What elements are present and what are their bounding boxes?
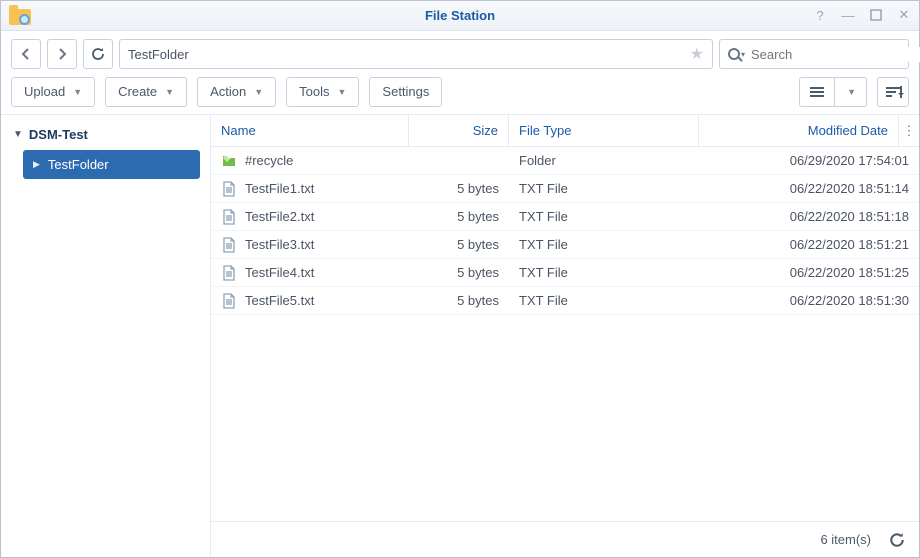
table-row[interactable]: #recycle Folder06/29/2020 17:54:01 — [211, 147, 919, 175]
triangle-down-icon: ▼ — [13, 129, 23, 140]
cell-type: TXT File — [509, 181, 699, 196]
cell-size: 5 bytes — [409, 237, 509, 252]
nav-row: ★ ▾ — [1, 31, 919, 75]
cell-date: 06/22/2020 18:51:18 — [699, 209, 919, 224]
file-icon — [221, 293, 237, 309]
col-date[interactable]: Modified Date — [699, 115, 899, 146]
settings-button[interactable]: Settings — [369, 77, 442, 107]
cell-date: 06/29/2020 17:54:01 — [699, 153, 919, 168]
cell-type: TXT File — [509, 265, 699, 280]
cell-type: Folder — [509, 153, 699, 168]
window-title: File Station — [1, 8, 919, 23]
col-size[interactable]: Size — [409, 115, 509, 146]
file-name: TestFile2.txt — [245, 209, 314, 224]
status-bar: 6 item(s) — [211, 521, 919, 557]
list-view-button[interactable] — [799, 77, 835, 107]
cell-name: TestFile3.txt — [211, 237, 409, 253]
close-button[interactable]: ✕ — [893, 4, 915, 26]
col-type[interactable]: File Type — [509, 115, 699, 146]
file-icon — [221, 181, 237, 197]
cell-type: TXT File — [509, 237, 699, 252]
app-icon — [9, 7, 31, 25]
col-more[interactable]: ⋮ — [899, 115, 919, 146]
forward-button[interactable] — [47, 39, 77, 69]
column-headers: Name Size File Type Modified Date ⋮ — [211, 115, 919, 147]
tree-child-selected[interactable]: ▶ TestFolder — [23, 150, 200, 179]
chevron-left-icon — [20, 48, 32, 60]
cell-date: 06/22/2020 18:51:30 — [699, 293, 919, 308]
upload-button[interactable]: Upload▼ — [11, 77, 95, 107]
folder-icon — [221, 153, 237, 169]
tools-button[interactable]: Tools▼ — [286, 77, 359, 107]
file-name: TestFile3.txt — [245, 237, 314, 252]
cell-date: 06/22/2020 18:51:25 — [699, 265, 919, 280]
cell-date: 06/22/2020 18:51:21 — [699, 237, 919, 252]
sort-icon — [886, 85, 900, 99]
file-name: TestFile1.txt — [245, 181, 314, 196]
file-name: TestFile5.txt — [245, 293, 314, 308]
refresh-button[interactable] — [83, 39, 113, 69]
tree-root-label: DSM-Test — [29, 127, 88, 142]
refresh-icon — [91, 47, 105, 61]
cell-name: #recycle — [211, 153, 409, 169]
table-row[interactable]: TestFile5.txt 5 bytesTXT File06/22/2020 1… — [211, 287, 919, 315]
view-dropdown-button[interactable]: ▼ — [834, 77, 867, 107]
path-input[interactable] — [128, 47, 686, 62]
tree-root[interactable]: ▼ DSM-Test — [1, 121, 210, 148]
maximize-button[interactable] — [865, 4, 887, 26]
caret-icon: ▼ — [73, 87, 82, 97]
sort-button[interactable] — [877, 77, 909, 107]
cell-name: TestFile1.txt — [211, 181, 409, 197]
search-box[interactable]: ▾ — [719, 39, 909, 69]
cell-name: TestFile5.txt — [211, 293, 409, 309]
cell-date: 06/22/2020 18:51:14 — [699, 181, 919, 196]
list-icon — [810, 87, 824, 97]
cell-size: 5 bytes — [409, 181, 509, 196]
col-name[interactable]: Name — [211, 115, 409, 146]
cell-size: 5 bytes — [409, 293, 509, 308]
cell-type: TXT File — [509, 209, 699, 224]
file-rows: #recycle Folder06/29/2020 17:54:01 TestFil… — [211, 147, 919, 521]
cell-name: TestFile4.txt — [211, 265, 409, 281]
tree-child-label: TestFolder — [48, 157, 109, 172]
file-name: TestFile4.txt — [245, 265, 314, 280]
caret-icon: ▼ — [165, 87, 174, 97]
body: ▼ DSM-Test ▶ TestFolder Name Size File T… — [1, 115, 919, 557]
titlebar: File Station ? — ✕ — [1, 1, 919, 31]
table-row[interactable]: TestFile2.txt 5 bytesTXT File06/22/2020 1… — [211, 203, 919, 231]
file-icon — [221, 265, 237, 281]
cell-name: TestFile2.txt — [211, 209, 409, 225]
file-station-window: File Station ? — ✕ ★ ▾ — [0, 0, 920, 558]
table-row[interactable]: TestFile4.txt 5 bytesTXT File06/22/2020 1… — [211, 259, 919, 287]
table-row[interactable]: TestFile3.txt 5 bytesTXT File06/22/2020 1… — [211, 231, 919, 259]
search-icon: ▾ — [728, 48, 745, 60]
status-refresh-button[interactable] — [889, 532, 905, 548]
sidebar: ▼ DSM-Test ▶ TestFolder — [1, 115, 211, 557]
file-icon — [221, 237, 237, 253]
action-button[interactable]: Action▼ — [197, 77, 276, 107]
table-row[interactable]: TestFile1.txt 5 bytesTXT File06/22/2020 1… — [211, 175, 919, 203]
create-button[interactable]: Create▼ — [105, 77, 187, 107]
item-count: 6 item(s) — [820, 532, 871, 547]
cell-size: 5 bytes — [409, 209, 509, 224]
chevron-right-icon — [56, 48, 68, 60]
search-input[interactable] — [751, 47, 920, 62]
minimize-button[interactable]: — — [837, 4, 859, 26]
file-name: #recycle — [245, 153, 293, 168]
toolbar: Upload▼ Create▼ Action▼ Tools▼ Settings … — [1, 75, 919, 115]
main-panel: Name Size File Type Modified Date ⋮ #rec… — [211, 115, 919, 557]
back-button[interactable] — [11, 39, 41, 69]
favorite-icon[interactable]: ★ — [690, 44, 704, 64]
help-button[interactable]: ? — [809, 4, 831, 26]
cell-size: 5 bytes — [409, 265, 509, 280]
triangle-right-icon: ▶ — [33, 159, 40, 170]
cell-type: TXT File — [509, 293, 699, 308]
file-icon — [221, 209, 237, 225]
path-box[interactable]: ★ — [119, 39, 713, 69]
caret-icon: ▼ — [338, 87, 347, 97]
caret-icon: ▼ — [847, 87, 856, 97]
caret-icon: ▼ — [254, 87, 263, 97]
